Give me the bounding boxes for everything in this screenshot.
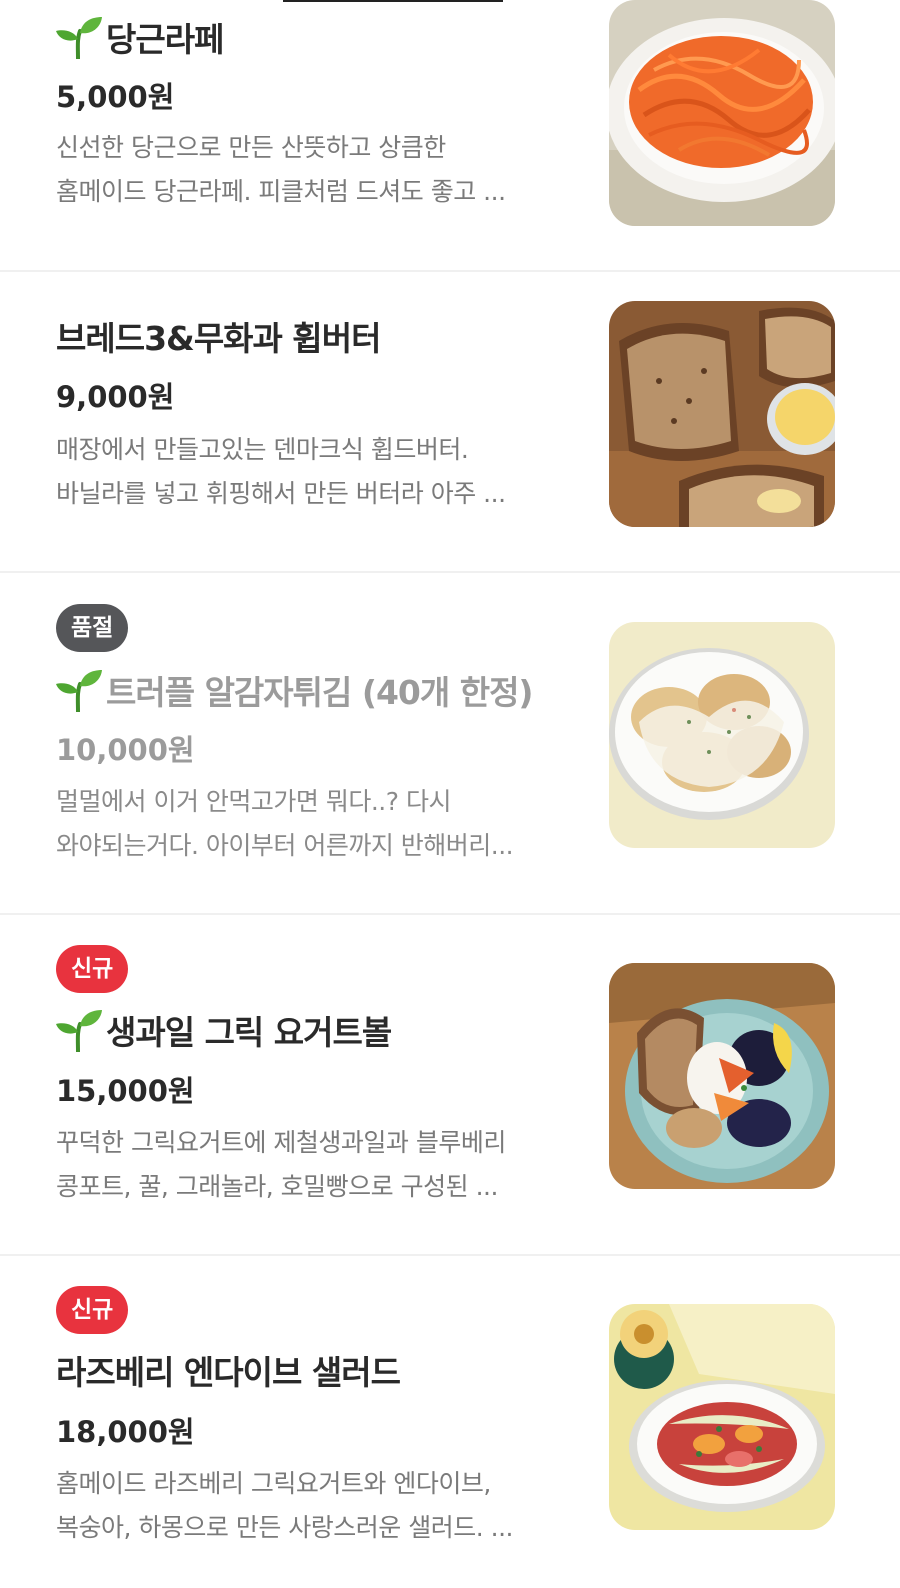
menu-item-title: 생과일 그릭 요거트볼 [56,1005,392,1055]
carrot-rapee-photo[interactable] [609,0,835,226]
description-line: 홈메이드 당근라페. 피클처럼 드셔도 좋고 ... [56,177,506,206]
menu-item-price: 15,000원 [56,1074,195,1108]
menu-item-name: 당근라페 [106,20,224,59]
menu-item-price: 10,000원 [56,733,195,767]
bread-butter-photo[interactable] [609,301,835,527]
menu-item-yogurt-bowl[interactable]: 신규 생과일 그릭 요거트볼 15,000원 꾸덕한 그릭요거트에 제철생과일과… [0,915,900,1256]
description-line: 신선한 당근으로 만든 산뜻하고 상큼한 [56,133,446,162]
menu-item-title: 트러플 알감자튀김 (40개 한정) [56,665,534,715]
sprout-icon [56,1008,102,1052]
description-line: 홈메이드 라즈베리 그릭요거트와 엔다이브, [56,1469,491,1498]
new-badge: 신규 [56,1286,129,1334]
soldout-badge: 품절 [56,604,129,652]
menu-item-bread-butter[interactable]: 브레드3&무화과 휩버터 9,000원 매장에서 만들고있는 덴마크식 휩드버터… [0,272,900,573]
menu-item-name: 트러플 알감자튀김 (40개 한정) [106,673,534,712]
menu-item-endive-salad[interactable]: 신규 라즈베리 엔다이브 샐러드 18,000원 홈메이드 라즈베리 그릭요거트… [0,1256,900,1588]
menu-item-title: 브레드3&무화과 휩버터 [56,311,381,361]
description-line: 꾸덕한 그릭요거트에 제철생과일과 블루베리 [56,1128,506,1157]
new-badge: 신규 [56,945,129,993]
menu-item-title: 라즈베리 엔다이브 샐러드 [56,1345,401,1395]
menu-item-description: 매장에서 만들고있는 덴마크식 휩드버터. 바닐라를 넣고 휘핑해서 만든 버터… [56,428,566,516]
description-line: 매장에서 만들고있는 덴마크식 휩드버터. [56,435,469,464]
menu-item-name: 브레드3&무화과 휩버터 [56,319,381,358]
yogurt-bowl-photo[interactable] [609,963,835,1189]
menu-item-carrot-rapee[interactable]: 당근라페 5,000원 신선한 당근으로 만든 산뜻하고 상큼한 홈메이드 당근… [0,0,900,272]
menu-item-truffle-potato[interactable]: 품절 트러플 알감자튀김 (40개 한정) 10,000원 멀멀에서 이거 안먹… [0,573,900,915]
description-line: 멀멀에서 이거 안먹고가면 뭐다..? 다시 [56,787,451,816]
menu-item-description: 멀멀에서 이거 안먹고가면 뭐다..? 다시 와야되는거다. 아이부터 어른까지… [56,780,566,868]
menu-item-price: 9,000원 [56,380,175,414]
menu-item-description: 신선한 당근으로 만든 산뜻하고 상큼한 홈메이드 당근라페. 피클처럼 드셔도… [56,126,566,214]
menu-item-title: 당근라페 [56,12,224,62]
description-line: 와야되는거다. 아이부터 어른까지 반해버리... [56,831,514,860]
sprout-icon [56,15,102,59]
menu-item-description: 홈메이드 라즈베리 그릭요거트와 엔다이브, 복숭아, 하몽으로 만든 사랑스러… [56,1462,566,1550]
description-line: 콩포트, 꿀, 그래놀라, 호밀빵으로 구성된 ... [56,1172,498,1201]
truffle-potato-photo[interactable] [609,622,835,848]
menu-item-name: 라즈베리 엔다이브 샐러드 [56,1353,401,1392]
sprout-icon [56,668,102,712]
description-line: 바닐라를 넣고 휘핑해서 만든 버터라 아주 ... [56,479,506,508]
menu-item-price: 18,000원 [56,1415,195,1449]
endive-salad-photo[interactable] [609,1304,835,1530]
description-line: 복숭아, 하몽으로 만든 사랑스러운 샐러드. ... [56,1513,513,1542]
menu-item-price: 5,000원 [56,80,175,114]
menu-item-name: 생과일 그릭 요거트볼 [106,1013,392,1052]
menu-item-description: 꾸덕한 그릭요거트에 제철생과일과 블루베리 콩포트, 꿀, 그래놀라, 호밀빵… [56,1121,566,1209]
